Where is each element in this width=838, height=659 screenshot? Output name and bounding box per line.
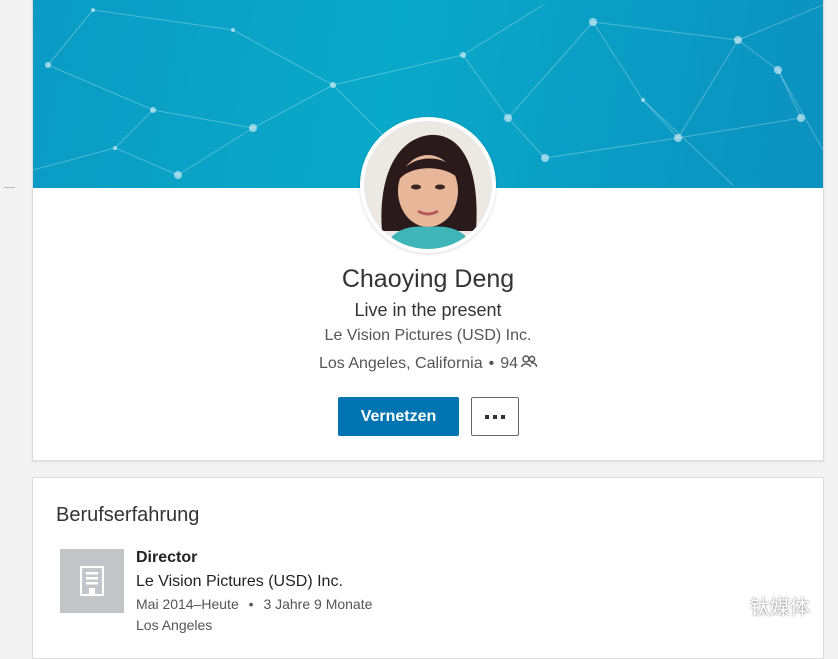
profile-location-row: Los Angeles, California • 94	[33, 355, 823, 373]
connect-button[interactable]: Vernetzen	[338, 397, 459, 436]
profile-photo	[364, 121, 492, 249]
job-company[interactable]: Le Vision Pictures (USD) Inc.	[136, 573, 343, 591]
profile-company[interactable]: Le Vision Pictures (USD) Inc.	[33, 327, 823, 345]
job-date-range: Mai 2014–Heute	[136, 596, 239, 612]
building-icon	[80, 566, 104, 596]
job-dates: Mai 2014–Heute • 3 Jahre 9 Monate	[136, 596, 372, 612]
company-logo-placeholder[interactable]	[60, 549, 124, 613]
left-edge-mark	[4, 187, 15, 188]
section-title: Berufserfahrung	[56, 504, 200, 526]
profile-headline: Live in the present	[354, 300, 502, 320]
job-title[interactable]: Director	[136, 549, 197, 567]
connections-icon	[520, 355, 538, 373]
more-options-button[interactable]	[471, 397, 519, 436]
profile-avatar[interactable]	[360, 117, 496, 253]
more-dot	[493, 414, 497, 419]
more-dot	[485, 414, 489, 419]
wechat-icon	[712, 592, 744, 619]
job-location: Los Angeles	[136, 617, 213, 633]
profile-location: Los Angeles, California	[318, 355, 483, 372]
more-dot	[501, 414, 505, 419]
separator-dot: •	[248, 596, 254, 612]
watermark: 钛媒体	[712, 583, 832, 628]
separator-dot: •	[488, 355, 495, 372]
watermark-text: 钛媒体	[750, 597, 810, 619]
profile-card: Chaoying Deng Live in the present Le Vis…	[32, 0, 824, 461]
connections-count[interactable]: 94	[500, 355, 518, 373]
job-duration: 3 Jahre 9 Monate	[263, 596, 373, 612]
experience-section: Berufserfahrung Director Le Vision Pictu…	[32, 477, 824, 659]
profile-name: Chaoying Deng	[341, 265, 515, 293]
